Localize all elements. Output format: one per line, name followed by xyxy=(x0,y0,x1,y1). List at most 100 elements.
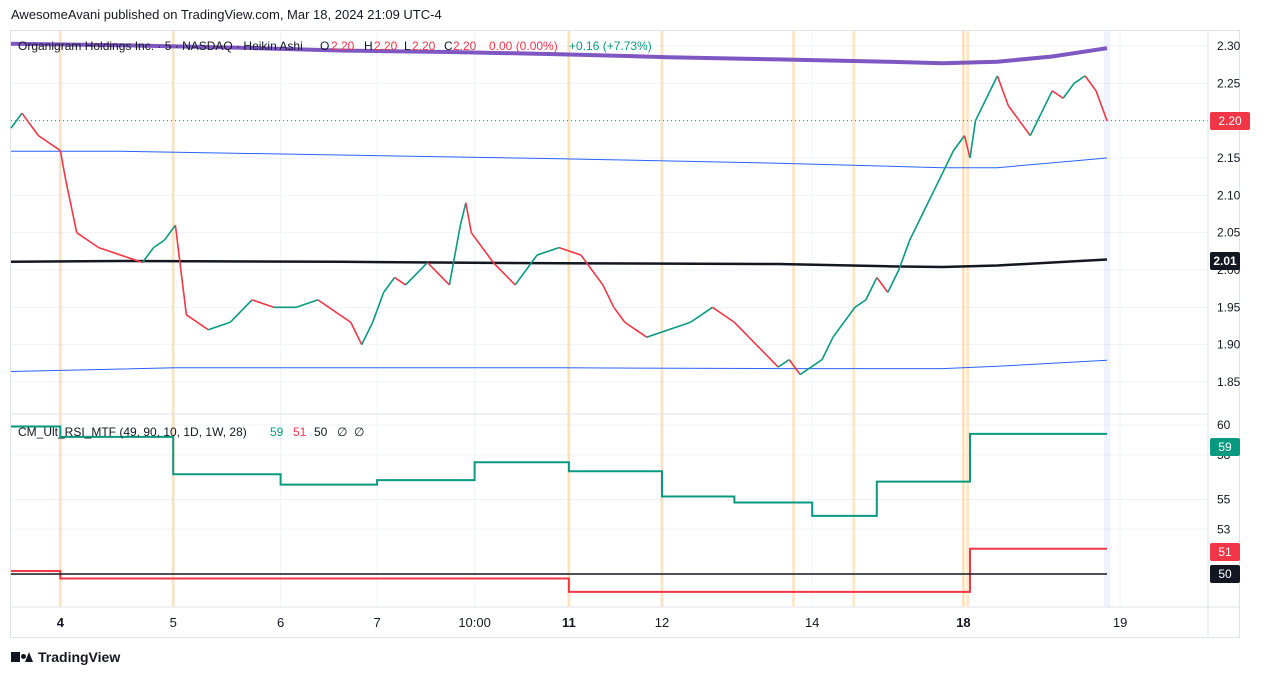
rsi-value-null-1: ∅ xyxy=(337,425,347,439)
price-segment[interactable] xyxy=(810,358,823,368)
price-segment[interactable] xyxy=(185,314,209,331)
price-segment[interactable] xyxy=(361,321,374,346)
price-segment[interactable] xyxy=(465,202,473,233)
price-segment[interactable] xyxy=(919,194,933,219)
price-segment[interactable] xyxy=(251,299,275,309)
ohlc-c-label: C xyxy=(444,39,453,53)
price-segment[interactable] xyxy=(1073,75,1086,84)
ohlc-o-label: O xyxy=(320,39,329,53)
price-tick-label: 2.30 xyxy=(1217,39,1241,53)
price-segment[interactable] xyxy=(602,284,615,308)
price-segment[interactable] xyxy=(536,246,560,256)
price-segment[interactable] xyxy=(985,75,999,99)
rsi-legend[interactable]: CM_Ult_RSI_MTF (49, 90, 10, 1D, 1W, 28) … xyxy=(18,425,364,439)
price-segment[interactable] xyxy=(865,277,878,301)
price-segment[interactable] xyxy=(646,328,669,338)
price-tick-label: 1.85 xyxy=(1217,375,1241,389)
ohlc-h: 2.20 xyxy=(374,39,398,53)
svg-text:2.20: 2.20 xyxy=(1218,114,1242,128)
price-segment[interactable] xyxy=(969,120,977,159)
price-segment[interactable] xyxy=(295,299,319,309)
time-tick-label: 19 xyxy=(1113,615,1127,630)
time-tick-label: 6 xyxy=(277,615,284,630)
ohlc-l: 2.20 xyxy=(412,39,436,53)
price-segment[interactable] xyxy=(153,239,165,249)
price-segment[interactable] xyxy=(174,225,182,271)
price-segment[interactable] xyxy=(941,150,955,174)
price-segment[interactable] xyxy=(909,217,922,241)
price-segment[interactable] xyxy=(668,321,691,331)
price-segment[interactable] xyxy=(350,321,363,346)
price-segment[interactable] xyxy=(339,314,352,323)
price-segment[interactable] xyxy=(777,358,790,368)
price-segment[interactable] xyxy=(733,321,757,346)
price-tick-label: 2.15 xyxy=(1217,151,1241,165)
time-tick-label: 14 xyxy=(805,615,819,630)
svg-text:59: 59 xyxy=(1218,440,1232,454)
price-segment[interactable] xyxy=(624,321,648,338)
price-segment[interactable] xyxy=(426,261,450,286)
price-segment[interactable] xyxy=(208,321,231,331)
upper-band-line[interactable] xyxy=(11,150,1108,169)
price-segment[interactable] xyxy=(1029,112,1042,136)
price-segment[interactable] xyxy=(65,180,78,233)
price-segment[interactable] xyxy=(514,269,527,286)
price-segment[interactable] xyxy=(76,232,100,249)
rsi-black-badge: 50 xyxy=(1210,565,1240,583)
price-segment[interactable] xyxy=(1007,105,1020,122)
price-segment[interactable] xyxy=(459,202,467,226)
rsi-value-green: 59 xyxy=(270,425,284,439)
price-segment[interactable] xyxy=(448,225,462,286)
price-segment[interactable] xyxy=(492,261,516,286)
price-segment[interactable] xyxy=(821,336,834,360)
price-segment[interactable] xyxy=(613,306,626,323)
price-tick-label: 2.25 xyxy=(1217,76,1241,90)
price-segment[interactable] xyxy=(1051,90,1064,99)
price-segment[interactable] xyxy=(930,172,944,196)
price-segment[interactable] xyxy=(832,321,845,338)
price-tick-label: 2.05 xyxy=(1217,226,1241,240)
mid-line[interactable] xyxy=(10,258,1108,269)
ohlc-o: 2.20 xyxy=(331,39,355,53)
price-segment[interactable] xyxy=(701,306,713,316)
rsi-line-51[interactable] xyxy=(11,547,1107,593)
price-tick-label: 1.95 xyxy=(1217,300,1241,314)
price-segment[interactable] xyxy=(1018,120,1031,137)
rsi-tick-label: 60 xyxy=(1217,418,1231,432)
main-legend[interactable]: Organigram Holdings Inc. · 5 · NASDAQ · … xyxy=(18,39,652,53)
price-segment[interactable] xyxy=(1062,82,1075,99)
ohlc-extra: +0.16 (+7.73%) xyxy=(569,39,652,53)
lower-band-line[interactable] xyxy=(10,359,1108,372)
price-segment[interactable] xyxy=(180,269,188,315)
price-segment[interactable] xyxy=(229,299,253,323)
price-segment[interactable] xyxy=(974,97,988,122)
price-segment[interactable] xyxy=(98,246,121,256)
svg-text:50: 50 xyxy=(1218,567,1232,581)
price-segment[interactable] xyxy=(1040,90,1053,114)
chart-canvas[interactable]: 2.302.252.202.152.102.052.001.951.901.85… xyxy=(0,0,1277,677)
price-segment[interactable] xyxy=(711,306,735,323)
rsi-line-59[interactable] xyxy=(11,425,1107,517)
price-segment[interactable] xyxy=(996,75,1010,107)
price-segment[interactable] xyxy=(887,269,900,293)
price-segment[interactable] xyxy=(37,134,61,152)
time-tick-label: 5 xyxy=(170,615,177,630)
price-segment[interactable] xyxy=(690,314,702,323)
price-segment[interactable] xyxy=(21,112,40,137)
price-segment[interactable] xyxy=(876,276,889,293)
mid-line-badge: 2.01 xyxy=(1210,252,1240,270)
tradingview-brand[interactable]: TradingView xyxy=(11,649,120,665)
symbol-title[interactable]: Organigram Holdings Inc. · 5 · NASDAQ · … xyxy=(18,39,303,53)
price-segment[interactable] xyxy=(404,261,429,286)
price-segment[interactable] xyxy=(854,299,867,308)
price-segment[interactable] xyxy=(591,269,604,286)
price-segment[interactable] xyxy=(481,247,494,264)
rsi-title[interactable]: CM_Ult_RSI_MTF (49, 90, 10, 1D, 1W, 28) xyxy=(18,425,247,439)
price-tick-label: 1.90 xyxy=(1217,338,1241,352)
tradingview-logo-icon xyxy=(11,650,33,664)
price-segment[interactable] xyxy=(382,276,396,293)
price-segment[interactable] xyxy=(394,276,407,286)
price-segment[interactable] xyxy=(755,344,779,368)
price-tick-label: 2.10 xyxy=(1217,188,1241,202)
price-segment[interactable] xyxy=(470,232,483,249)
